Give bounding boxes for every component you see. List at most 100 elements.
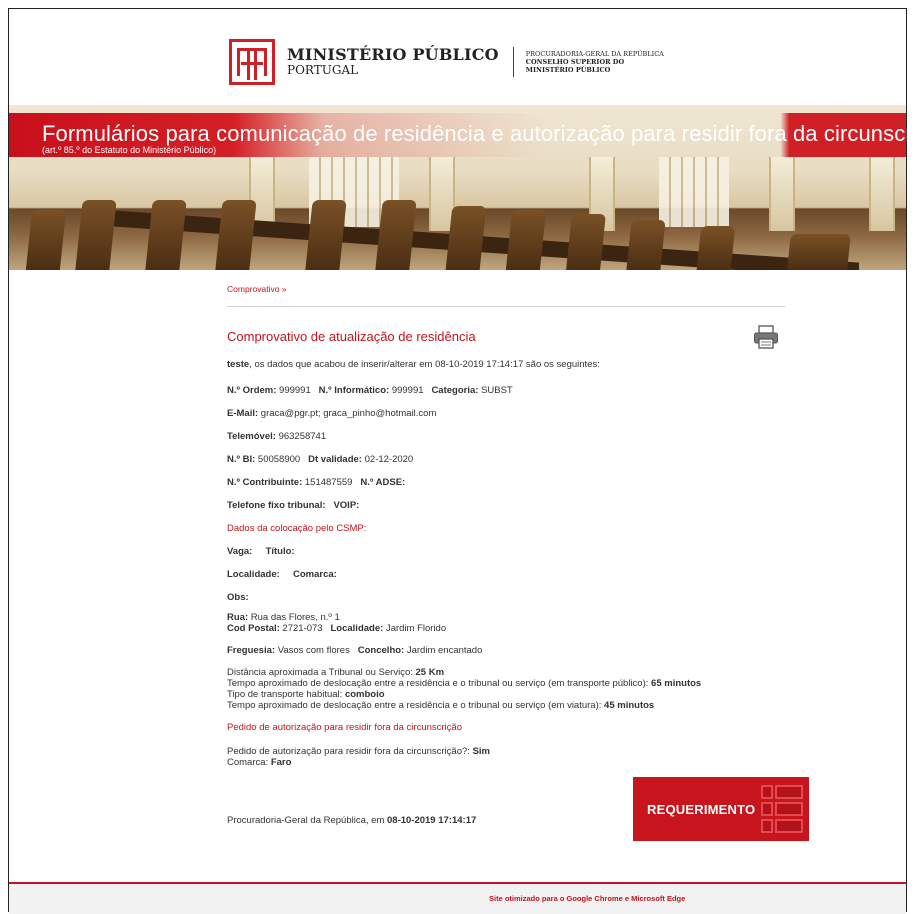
freguesia-value: Vasos com flores bbox=[277, 645, 350, 656]
breadcrumb-divider bbox=[227, 306, 785, 307]
footer: Site otimizado para o Google Chrome e Mi… bbox=[9, 884, 906, 914]
tempo-viatura-text: Tempo aproximado de deslocação entre a r… bbox=[227, 700, 602, 711]
vaga-label: Vaga: bbox=[227, 546, 253, 557]
email-label: E-Mail: bbox=[227, 408, 259, 419]
bi-value: 50058900 bbox=[257, 454, 301, 465]
banner-chair bbox=[25, 210, 67, 270]
telemovel-value: 963258741 bbox=[278, 431, 327, 442]
banner-subtitle: (art.º 85.º do Estatuto do Ministério Pú… bbox=[42, 145, 217, 155]
tempo-viatura-row: Tempo aproximado de deslocação entre a r… bbox=[227, 700, 787, 711]
autorizacao-section-title: Pedido de autorização para residir fora … bbox=[227, 722, 462, 733]
comarca-csmp-label: Comarca: bbox=[293, 569, 337, 580]
org-name: MINISTÉRIO PÚBLICO bbox=[287, 45, 499, 65]
localidade-csmp-label: Localidade: bbox=[227, 569, 280, 580]
org-sub-line-3: MINISTÉRIO PÚBLICO bbox=[525, 66, 611, 75]
distancia-value: 25 Km bbox=[415, 667, 445, 678]
pedido-text: Pedido de autorização para residir fora … bbox=[227, 746, 470, 757]
rua-label: Rua: bbox=[227, 612, 249, 623]
tempo-publico-row: Tempo aproximado de deslocação entre a r… bbox=[227, 678, 787, 689]
csmp-section-title: Dados da colocação pelo CSMP: bbox=[227, 523, 367, 534]
concelho-label: Concelho: bbox=[357, 645, 405, 656]
page-frame: MINISTÉRIO PÚBLICO PORTUGAL PROCURADORIA… bbox=[8, 8, 915, 914]
main-content: Comprovativo » Comprovativo de atualizaç… bbox=[227, 279, 787, 827]
header-divider bbox=[512, 47, 514, 77]
requerimento-label: REQUERIMENTO bbox=[647, 801, 756, 817]
banner-chair bbox=[75, 200, 117, 270]
autorizacao-block: Pedido de autorização para residir fora … bbox=[227, 746, 787, 768]
localidade-label: Localidade: bbox=[330, 623, 384, 634]
telemovel-label: Telemóvel: bbox=[227, 431, 276, 442]
travel-block: Distância aproximada a Tribunal ou Servi… bbox=[227, 667, 787, 711]
informatico-label: N.º Informático: bbox=[318, 385, 390, 396]
tempo-publico-value: 65 minutos bbox=[651, 678, 702, 689]
banner-title: Formulários para comunicação de residênc… bbox=[42, 121, 915, 146]
banner-chair bbox=[696, 226, 736, 270]
ministerio-logo-icon bbox=[229, 39, 275, 85]
org-title: MINISTÉRIO PÚBLICO PORTUGAL bbox=[287, 45, 499, 76]
intro-line: teste, os dados que acabou de inserir/al… bbox=[227, 358, 787, 371]
header-logo[interactable]: MINISTÉRIO PÚBLICO PORTUGAL PROCURADORIA… bbox=[229, 37, 664, 87]
comarca-row: Comarca: Faro bbox=[227, 757, 787, 768]
org-subtitle: PROCURADORIA-GERAL DA REPÚBLICA CONSELHO… bbox=[526, 50, 664, 74]
validade-value: 02-12-2020 bbox=[364, 454, 414, 465]
bi-label: N.º BI: bbox=[227, 454, 256, 465]
footer-text: Site otimizado para o Google Chrome e Mi… bbox=[489, 894, 686, 903]
transporte-text: Tipo de transporte habitual: bbox=[227, 689, 343, 700]
banner-chair bbox=[626, 220, 666, 270]
org-sub-line-1: PROCURADORIA-GERAL DA REPÚBLICA bbox=[525, 49, 664, 58]
ordem-value: 999991 bbox=[279, 385, 311, 396]
bi-row: N.º BI: 50058900 Dt validade: 02-12-2020 bbox=[227, 453, 787, 466]
voip-label: VOIP: bbox=[333, 500, 360, 511]
cod-postal-label: Cod Postal: bbox=[227, 623, 280, 634]
comarca-value: Faro bbox=[270, 757, 292, 768]
freguesia-row: Freguesia: Vasos com flores Concelho: Ja… bbox=[227, 644, 787, 657]
localidade-csmp-row: Localidade: Comarca: bbox=[227, 568, 787, 581]
email-row: E-Mail: graca@pgr.pt; graca_pinho@hotmai… bbox=[227, 407, 787, 420]
intro-text: , os dados que acabou de inserir/alterar… bbox=[249, 359, 600, 370]
signature-date: 08-10-2019 17:14:17 bbox=[387, 815, 477, 826]
printer-icon[interactable] bbox=[753, 325, 779, 349]
telemovel-row: Telemóvel: 963258741 bbox=[227, 430, 787, 443]
transporte-value: comboio bbox=[344, 689, 385, 700]
document-grid-icon bbox=[761, 785, 803, 833]
codpostal-row: Cod Postal: 2721-073 Localidade: Jardim … bbox=[227, 623, 787, 634]
titulo-label: Título: bbox=[265, 546, 295, 557]
contribuinte-value: 151487559 bbox=[304, 477, 353, 488]
transporte-row: Tipo de transporte habitual: comboio bbox=[227, 689, 787, 700]
signature-text: Procuradoria-Geral da República, em bbox=[227, 815, 385, 826]
rua-row: Rua: Rua das Flores, n.º 1 bbox=[227, 612, 787, 623]
banner-chair bbox=[445, 206, 487, 270]
org-sub-line-2: CONSELHO SUPERIOR DO bbox=[525, 57, 625, 66]
vaga-row: Vaga: Título: bbox=[227, 545, 787, 558]
localidade-value: Jardim Florido bbox=[385, 623, 447, 634]
ordem-label: N.º Ordem: bbox=[227, 385, 277, 396]
banner-chair bbox=[505, 210, 547, 270]
obs-label: Obs: bbox=[227, 592, 249, 603]
freguesia-label: Freguesia: bbox=[227, 645, 276, 656]
cod-postal-value: 2721-073 bbox=[282, 623, 323, 634]
banner-chair bbox=[375, 200, 417, 270]
categoria-label: Categoria: bbox=[431, 385, 479, 396]
comarca-text: Comarca: bbox=[227, 757, 269, 768]
banner-pilaster bbox=[869, 157, 895, 231]
categoria-value: SUBST bbox=[481, 385, 513, 396]
concelho-value: Jardim encantado bbox=[406, 645, 483, 656]
banner-chair bbox=[305, 200, 347, 270]
banner-chair bbox=[145, 200, 187, 270]
pedido-value: Sim bbox=[472, 746, 490, 757]
informatico-value: 999991 bbox=[391, 385, 424, 396]
contribuinte-row: N.º Contribuinte: 151487559 N.º ADSE: bbox=[227, 476, 787, 489]
breadcrumb-comprovativo[interactable]: Comprovativo » bbox=[227, 284, 787, 294]
banner-chair bbox=[215, 200, 257, 270]
rua-value: Rua das Flores, n.º 1 bbox=[250, 612, 340, 623]
telefone-row: Telefone fixo tribunal: VOIP: bbox=[227, 499, 787, 512]
page-title: Comprovativo de atualização de residênci… bbox=[227, 329, 476, 344]
distancia-row: Distância aproximada a Tribunal ou Servi… bbox=[227, 667, 787, 678]
requerimento-button[interactable]: REQUERIMENTO bbox=[633, 777, 809, 841]
banner-chair bbox=[566, 214, 606, 270]
tempo-publico-text: Tempo aproximado de deslocação entre a r… bbox=[227, 678, 649, 689]
banner-chair bbox=[787, 234, 851, 270]
obs-row: Obs: bbox=[227, 591, 787, 604]
tempo-viatura-value: 45 minutos bbox=[604, 700, 655, 711]
adse-label: N.º ADSE: bbox=[360, 477, 406, 488]
